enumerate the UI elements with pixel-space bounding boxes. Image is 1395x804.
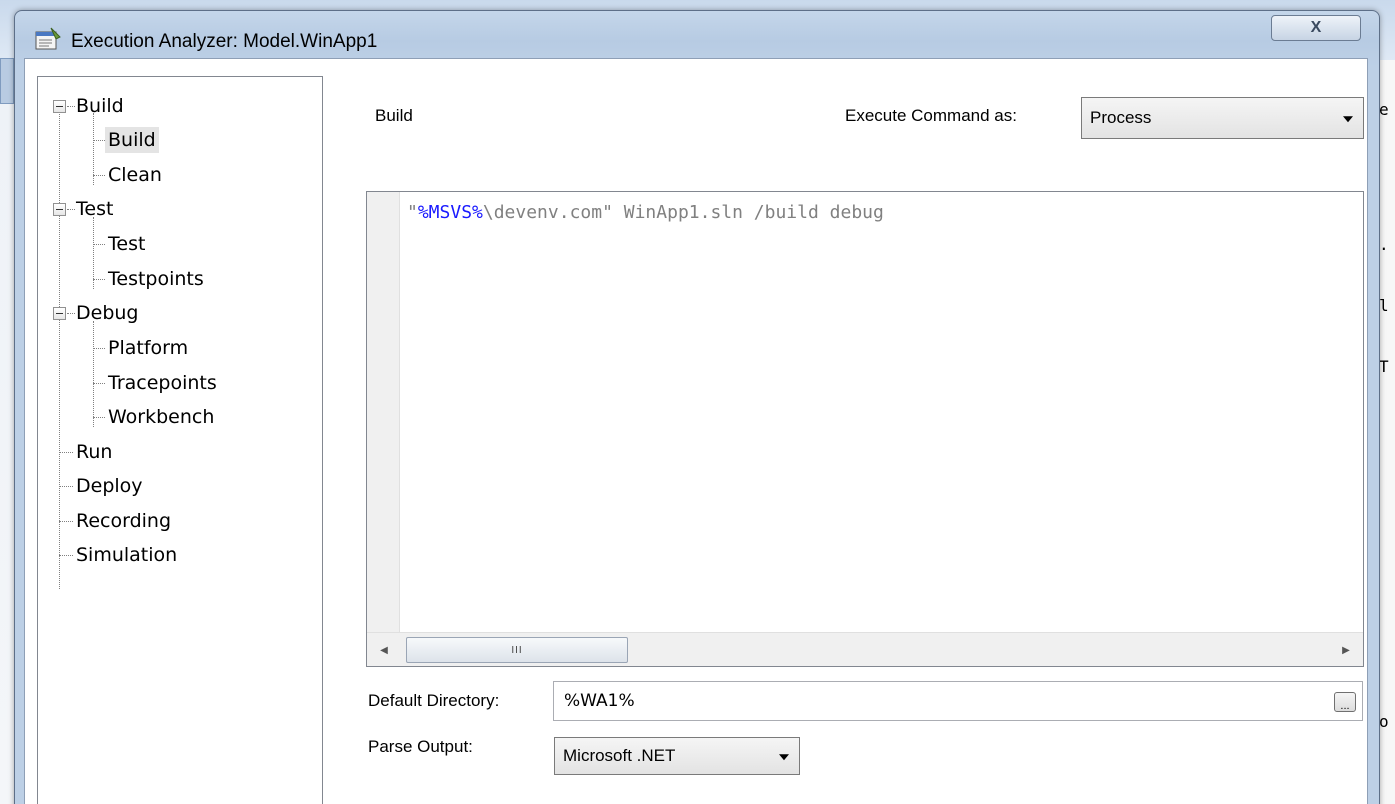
tree-item-label: Simulation <box>76 544 178 566</box>
tree-item-build-group[interactable]: Build <box>76 89 124 123</box>
tree-connector <box>93 383 105 384</box>
grip-icon: III <box>511 644 523 656</box>
tree-item-label: Tracepoints <box>108 372 217 394</box>
tree-connector <box>67 313 75 314</box>
horizontal-scrollbar[interactable]: ◀ III ▶ <box>367 632 1363 666</box>
tree-connector <box>59 452 73 453</box>
tree-item-label: Build <box>76 95 124 117</box>
background-glyph: e <box>1379 100 1389 119</box>
scroll-left-icon[interactable]: ◀ <box>371 633 397 667</box>
tree-item-deploy[interactable]: Deploy <box>76 469 143 503</box>
tree-item-label: Workbench <box>108 406 215 428</box>
tree-item-recording[interactable]: Recording <box>76 504 171 538</box>
tree-item-build[interactable]: Build <box>105 123 159 157</box>
parse-output-select[interactable]: Microsoft .NET <box>554 737 800 775</box>
scroll-thumb[interactable]: III <box>406 637 628 663</box>
command-variable: %MSVS% <box>417 202 483 223</box>
tree-connector <box>59 555 73 556</box>
editor-gutter <box>367 192 400 632</box>
background-strip <box>0 58 14 104</box>
tree-item-label: Platform <box>108 337 189 359</box>
section-title: Build <box>375 106 413 125</box>
tree-item-label: Clean <box>108 164 162 186</box>
tree-item-testpoints[interactable]: Testpoints <box>108 262 204 296</box>
tree-item-label: Run <box>76 441 113 463</box>
tree-connector <box>59 111 60 589</box>
tree-connector <box>59 521 73 522</box>
tree-item-label: Debug <box>76 302 139 324</box>
execute-command-select[interactable]: Process <box>1081 97 1364 139</box>
default-directory-label: Default Directory: <box>368 691 500 710</box>
default-directory-field[interactable]: ... <box>553 681 1363 721</box>
tree-connector <box>67 209 75 210</box>
tree-connector <box>93 244 105 245</box>
properties-icon <box>35 27 61 50</box>
tree-item-label: Recording <box>76 510 172 532</box>
execution-analyzer-dialog: Execution Analyzer: Model.WinApp1 X Buil… <box>14 10 1380 804</box>
ellipsis-icon: ... <box>1340 700 1350 712</box>
tree-item-label: Test <box>108 233 146 255</box>
execute-command-label: Execute Command as: <box>845 106 1017 125</box>
close-button[interactable]: X <box>1271 15 1361 41</box>
command-quote: " <box>407 202 418 223</box>
command-text[interactable]: "%MSVS%\devenv.com" WinApp1.sln /build d… <box>407 202 884 223</box>
tree-item-label: Build <box>105 127 159 153</box>
tree-item-test[interactable]: Test <box>108 227 145 261</box>
collapse-icon[interactable] <box>53 307 66 320</box>
default-directory-input[interactable] <box>564 690 1304 712</box>
tree-connector <box>93 321 94 427</box>
background-glyph: T <box>1379 357 1389 376</box>
tree-connector <box>93 279 105 280</box>
background-glyph: o <box>1379 712 1389 731</box>
tree-item-label: Test <box>76 198 114 220</box>
command-editor[interactable]: "%MSVS%\devenv.com" WinApp1.sln /build d… <box>366 191 1364 667</box>
tree-connector <box>93 348 105 349</box>
background-glyph: l <box>1379 296 1389 315</box>
tree-connector <box>59 486 73 487</box>
dialog-client-area: Build Build Clean Test Test Testpoints D… <box>24 58 1368 804</box>
window-title: Execution Analyzer: Model.WinApp1 <box>71 31 378 52</box>
tree-connector <box>93 140 105 141</box>
parse-output-value: Microsoft .NET <box>563 746 676 765</box>
chevron-down-icon <box>1343 116 1353 123</box>
tree-connector <box>67 106 75 107</box>
parse-output-label: Parse Output: <box>368 737 473 756</box>
tree-connector <box>93 175 105 176</box>
tree-item-clean[interactable]: Clean <box>108 158 162 192</box>
category-tree[interactable]: Build Build Clean Test Test Testpoints D… <box>37 76 323 804</box>
collapse-icon[interactable] <box>53 100 66 113</box>
scroll-right-icon[interactable]: ▶ <box>1333 633 1359 667</box>
browse-button[interactable]: ... <box>1334 692 1356 712</box>
chevron-down-icon <box>779 754 789 761</box>
tree-item-simulation[interactable]: Simulation <box>76 538 177 572</box>
tree-item-platform[interactable]: Platform <box>108 331 188 365</box>
tree-item-label: Testpoints <box>108 268 204 290</box>
tree-item-test-group[interactable]: Test <box>76 192 113 226</box>
execute-command-value: Process <box>1090 108 1152 127</box>
background-glyph: . <box>1379 235 1389 254</box>
close-icon: X <box>1310 19 1322 36</box>
tree-item-workbench[interactable]: Workbench <box>108 400 214 434</box>
tree-item-label: Deploy <box>76 475 143 497</box>
collapse-icon[interactable] <box>53 203 66 216</box>
command-rest: \devenv.com" WinApp1.sln /build debug <box>482 202 884 223</box>
tree-item-debug-group[interactable]: Debug <box>76 296 138 330</box>
tree-item-tracepoints[interactable]: Tracepoints <box>108 366 217 400</box>
tree-item-run[interactable]: Run <box>76 435 112 469</box>
tree-connector <box>93 417 105 418</box>
